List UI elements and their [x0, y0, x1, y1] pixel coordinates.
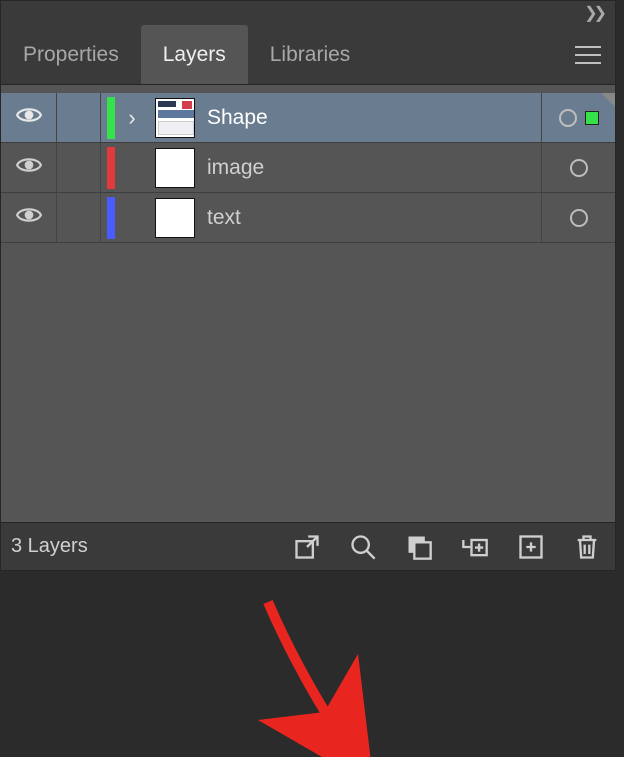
- trash-icon: [573, 533, 601, 561]
- new-layer-icon: [517, 533, 545, 561]
- collapse-panel-icon[interactable]: ❯❯: [584, 3, 603, 23]
- empty-area: [1, 243, 615, 522]
- layers-panel: ❯❯ Properties Layers Libraries: [0, 0, 616, 571]
- chevron-right-icon: ›: [128, 105, 135, 131]
- eye-icon: [16, 206, 42, 229]
- layer-color-strip: [107, 97, 115, 139]
- target-icon: [559, 109, 577, 127]
- tab-label: Properties: [23, 43, 119, 67]
- layer-count-label: 3 Layers: [11, 535, 88, 558]
- lock-cell[interactable]: [57, 93, 101, 142]
- new-layer-button[interactable]: [517, 533, 545, 561]
- panel-footer: 3 Layers: [1, 522, 615, 570]
- selection-indicator: [585, 111, 599, 125]
- tab-bar: Properties Layers Libraries: [1, 25, 615, 85]
- layer-thumbnail: [155, 98, 195, 138]
- new-sublayer-icon: [461, 533, 489, 561]
- layer-row-shape[interactable]: › Shape: [1, 93, 615, 143]
- tab-properties[interactable]: Properties: [1, 25, 141, 84]
- search-button[interactable]: [349, 533, 377, 561]
- layer-thumbnail: [155, 198, 195, 238]
- layer-name-label[interactable]: image: [201, 156, 541, 180]
- layer-row-image[interactable]: image: [1, 143, 615, 193]
- tab-layers[interactable]: Layers: [141, 25, 248, 84]
- target-icon: [570, 209, 588, 227]
- layer-thumbnail: [155, 148, 195, 188]
- eye-icon: [16, 156, 42, 179]
- visibility-toggle[interactable]: [1, 143, 57, 192]
- layer-name-label[interactable]: Shape: [201, 106, 541, 130]
- layer-target-cell[interactable]: [541, 143, 615, 192]
- annotation-arrow: [253, 597, 373, 757]
- search-icon: [349, 533, 377, 561]
- layer-name-label[interactable]: text: [201, 206, 541, 230]
- export-button[interactable]: [293, 533, 321, 561]
- tab-libraries[interactable]: Libraries: [248, 25, 373, 84]
- tab-label: Layers: [163, 43, 226, 67]
- layer-target-cell[interactable]: [541, 193, 615, 242]
- tab-bar-right: [575, 25, 615, 84]
- lock-cell[interactable]: [57, 193, 101, 242]
- panel-top-bar: ❯❯: [1, 1, 615, 25]
- layer-list: › Shape image: [1, 85, 615, 243]
- stacked-squares-icon: [405, 533, 433, 561]
- expand-toggle[interactable]: ›: [115, 105, 149, 131]
- target-icon: [570, 159, 588, 177]
- footer-icon-group: [293, 533, 605, 561]
- visibility-toggle[interactable]: [1, 193, 57, 242]
- visibility-toggle[interactable]: [1, 93, 57, 142]
- layer-color-strip: [107, 197, 115, 239]
- new-sublayer-button[interactable]: [461, 533, 489, 561]
- export-icon: [293, 533, 321, 561]
- layer-color-strip: [107, 147, 115, 189]
- delete-layer-button[interactable]: [573, 533, 601, 561]
- current-layer-indicator: [601, 93, 615, 107]
- collect-for-export-button[interactable]: [405, 533, 433, 561]
- lock-cell[interactable]: [57, 143, 101, 192]
- layer-row-text[interactable]: text: [1, 193, 615, 243]
- eye-icon: [16, 106, 42, 129]
- panel-menu-icon[interactable]: [575, 46, 601, 64]
- tab-label: Libraries: [270, 43, 351, 67]
